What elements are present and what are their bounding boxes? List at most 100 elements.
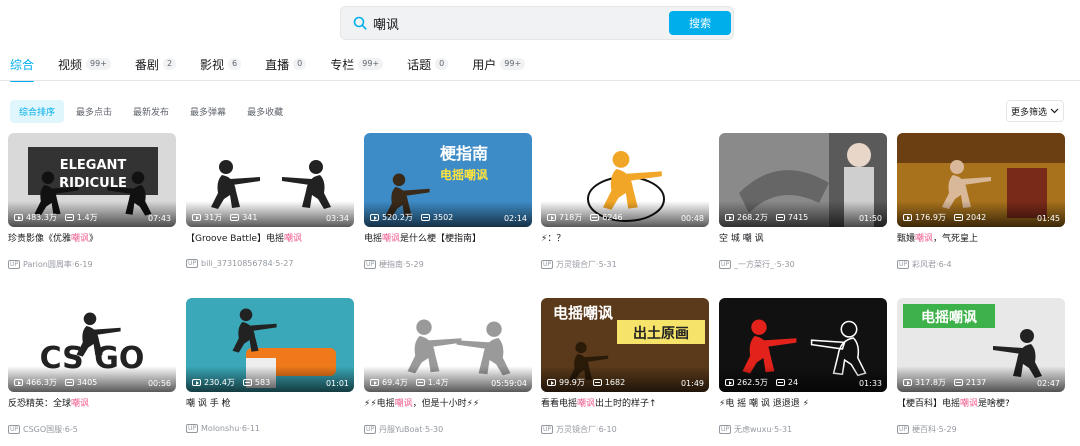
video-title[interactable]: 【梗百科】电摇嘲讽是啥梗? [897,398,1065,411]
danmaku-count: 24 [775,378,798,387]
up-badge-icon: UP [719,260,732,269]
danmaku-icon [775,214,785,221]
tab-3[interactable]: 影视 6 [200,56,242,78]
video-thumbnail[interactable]: 电摇嘲讽 出土原画 99.9万 1682 01:49 [541,298,709,392]
danmaku-count-text: 583 [254,378,271,387]
result-type-tabs: 综合 视频 99+ 番剧 2 影视 6 直播 0 专栏 99+ 话题 0 用户 99+ [10,56,549,82]
video-meta: UP 彩风君 · 6-4 [897,259,1065,270]
video-thumbnail[interactable]: 176.9万 2042 01:45 [897,133,1065,227]
video-thumbnail[interactable]: ELEGANT RIDICULE 483.3万 1.4万 07:43 [8,133,176,227]
uploader-name[interactable]: 梗百科 [912,424,936,435]
video-card[interactable]: 31万 341 03:34 【Groove Battle】电摇嘲讽 UP bili_373… [186,133,354,268]
play-count-icon [370,214,379,221]
sort-option-2[interactable]: 最新发布 [124,100,178,123]
uploader-name[interactable]: CSGO国服 [23,424,62,435]
video-stats: 262.5万 24 [725,377,806,388]
video-thumbnail[interactable]: CS GO 466.3万 3405 00:56 [8,298,176,392]
video-title[interactable]: 电摇嘲讽是什么梗【梗指南】 [364,233,532,246]
view-count: 31万 [192,212,222,223]
video-thumbnail[interactable]: 230.4万 583 01:01 [186,298,354,392]
view-count: 466.3万 [14,377,57,388]
play-count-icon [903,379,912,386]
tab-2[interactable]: 番剧 2 [135,56,177,78]
sort-option-0[interactable]: 综合排序 [10,100,65,123]
video-thumbnail[interactable]: 262.5万 24 01:33 [719,298,887,392]
view-count-text: 718万 [559,213,583,222]
video-thumbnail[interactable]: 31万 341 03:34 [186,133,354,227]
video-title[interactable]: ⚡⚡电摇嘲讽，但是十小时⚡⚡ [364,398,532,411]
video-stats: 317.8万 2137 [903,377,994,388]
video-thumbnail[interactable]: 268.2万 7415 01:50 [719,133,887,227]
uploader-name[interactable]: Parion圆周率 [23,259,72,270]
tab-label: 直播 [265,58,290,72]
title-text: 空 城 嘲 讽 [719,234,764,244]
tab-0[interactable]: 综合 [10,56,35,82]
video-card[interactable]: 电摇嘲讽 317.8万 2137 02:47 【梗百科】电摇嘲讽是啥梗? UP 梗百科 ·… [897,298,1065,435]
video-thumbnail[interactable]: 69.4万 1.4万 05:59:04 [364,298,532,392]
view-count: 99.9万 [547,377,585,388]
view-count-text: 69.4万 [382,378,408,387]
video-card[interactable]: 262.5万 24 01:33 ⚡电 摇 嘲 讽 退退退 ⚡ UP 无虑wuxu · 5-… [719,298,887,435]
video-thumbnail[interactable]: 梗指南 电摇嘲讽 520.2万 3502 02:14 [364,133,532,227]
video-card[interactable]: 718万 6246 00:48 ⚡：？ UP 万灵镜合厂 · 5-31 [541,133,709,270]
video-title[interactable]: 看看电摇嘲讽出土时的样子↑ [541,398,709,411]
uploader-name[interactable]: 无虑wuxu [734,424,771,435]
uploader-name[interactable]: 梗指南 [379,259,403,270]
video-title[interactable]: 甄嬛嘲讽，气死皇上 [897,233,1065,246]
tab-5[interactable]: 专栏 99+ [330,56,384,78]
tab-count-badge: 99+ [500,58,526,70]
video-duration: 01:33 [858,379,882,388]
uploader-name[interactable]: 彩风君 [912,259,936,270]
video-duration: 03:34 [325,214,349,223]
more-filter-button[interactable]: 更多筛选 [1006,100,1064,122]
video-card[interactable]: 230.4万 583 01:01 嘲 讽 手 枪 UP Molonshu · 6-11 [186,298,354,433]
video-title[interactable]: 空 城 嘲 讽 [719,233,887,246]
video-title[interactable]: ⚡电 摇 嘲 讽 退退退 ⚡ [719,398,887,411]
view-count: 69.4万 [370,377,408,388]
search-button[interactable]: 搜索 [669,11,731,35]
title-text: 【Groove Battle】电摇 [186,234,284,244]
tab-4[interactable]: 直播 0 [265,56,307,78]
danmaku-count: 2042 [953,213,986,222]
sort-option-4[interactable]: 最多收藏 [238,100,292,123]
view-count-text: 466.3万 [26,378,57,387]
danmaku-icon [415,379,425,386]
video-thumbnail[interactable]: 电摇嘲讽 317.8万 2137 02:47 [897,298,1065,392]
tab-label: 视频 [58,58,83,72]
video-title[interactable]: 嘲 讽 手 枪 [186,398,354,411]
keyword-highlight: 嘲讽 [960,399,979,409]
video-card[interactable]: 268.2万 7415 01:50 空 城 嘲 讽 UP _一方菜行_ · 5-30 [719,133,887,270]
video-card[interactable]: 69.4万 1.4万 05:59:04 ⚡⚡电摇嘲讽，但是十小时⚡⚡ UP 丹服YuBoa… [364,298,532,435]
up-badge-icon: UP [186,424,199,433]
video-title[interactable]: 【Groove Battle】电摇嘲讽 [186,233,354,246]
sort-option-3[interactable]: 最多弹幕 [181,100,235,123]
video-card[interactable]: 梗指南 电摇嘲讽 520.2万 3502 02:14 电摇嘲讽是什么梗【梗指南】 UP 梗… [364,133,532,270]
video-thumbnail[interactable]: 718万 6246 00:48 [541,133,709,227]
uploader-name[interactable]: _一方菜行_ [734,259,774,270]
view-count-text: 520.2万 [382,213,413,222]
video-title[interactable]: 反恐精英：全球嘲讽 [8,398,176,411]
tab-count-badge: 6 [228,58,242,70]
video-meta: UP 丹服YuBoat · 5-30 [364,424,532,435]
video-title[interactable]: 珍贵影像《优雅嘲讽》 [8,233,176,246]
video-card[interactable]: ELEGANT RIDICULE 483.3万 1.4万 07:43 珍贵影像《优雅嘲… [8,133,176,270]
uploader-name[interactable]: 万灵镜合厂 [556,259,596,270]
danmaku-count: 7415 [775,213,808,222]
tab-7[interactable]: 用户 99+ [472,56,526,78]
video-duration: 02:14 [503,214,527,223]
video-card[interactable]: 176.9万 2042 01:45 甄嬛嘲讽，气死皇上 UP 彩风君 · 6-4 [897,133,1065,270]
uploader-name[interactable]: Molonshu [201,424,239,433]
uploader-name[interactable]: 丹服YuBoat [379,424,422,435]
tab-1[interactable]: 视频 99+ [58,56,111,78]
danmaku-icon [590,214,600,221]
video-stats: 483.3万 1.4万 [14,212,106,223]
video-title[interactable]: ⚡：？ [541,233,709,246]
tab-6[interactable]: 话题 0 [407,56,449,78]
play-count-icon [14,214,23,221]
sort-option-1[interactable]: 最多点击 [67,100,121,123]
search-input[interactable] [371,7,671,39]
video-card[interactable]: CS GO 466.3万 3405 00:56 反恐精英：全球嘲讽 UP CSGO国服 ·… [8,298,176,435]
uploader-name[interactable]: bili_37310856784 [201,259,273,268]
video-card[interactable]: 电摇嘲讽 出土原画 99.9万 1682 01:49 看看电摇嘲讽出土时的样子↑ UP 万… [541,298,709,435]
uploader-name[interactable]: 万灵镜合厂 [556,424,596,435]
